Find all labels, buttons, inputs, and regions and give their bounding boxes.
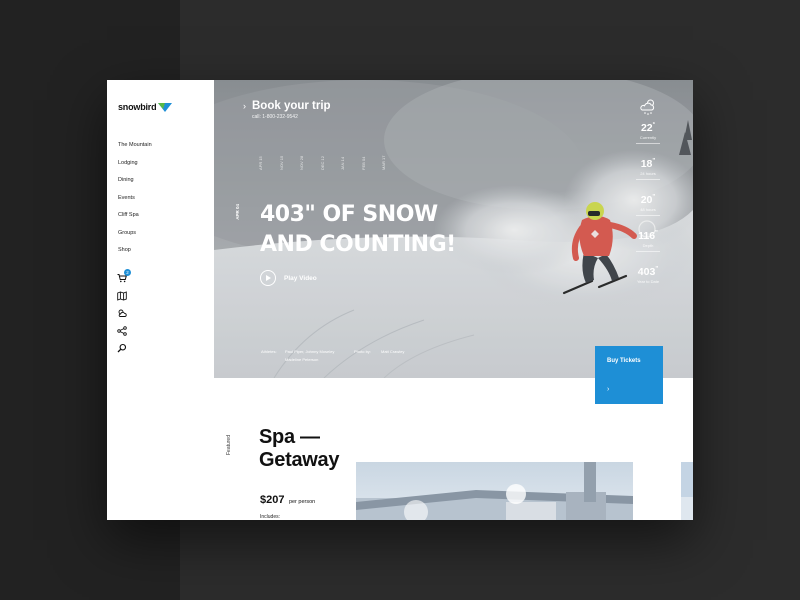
cart-badge: 2 — [124, 269, 131, 276]
photographer-name: Matt Crawley — [381, 349, 405, 354]
play-icon — [260, 270, 276, 286]
timeline-date[interactable]: MAR 17 — [381, 150, 386, 170]
chevron-right-icon: › — [607, 386, 610, 393]
snow-cloud-icon — [640, 99, 655, 115]
book-trip-title: Book your trip — [252, 100, 331, 112]
featured-title[interactable]: Spa — Getaway — [259, 426, 339, 472]
secondary-photo[interactable] — [681, 462, 693, 520]
nav-item-events[interactable]: Events — [118, 193, 152, 211]
brand-logo[interactable]: snowbird — [118, 102, 173, 112]
weather-label: Year to Date — [636, 279, 660, 284]
weather-unit: ° — [652, 122, 656, 129]
nav-item-cliff-spa[interactable]: Cliff Spa — [118, 210, 152, 228]
play-video-button[interactable]: Play Video — [260, 270, 317, 286]
book-trip[interactable]: › Book your trip call: 1-800-232-9542 — [243, 100, 331, 120]
weather-stat: 116" Depth — [628, 230, 668, 266]
weather-stat: 403" Year to Date — [628, 266, 668, 302]
divider — [636, 215, 660, 216]
buy-tickets-label: Buy Tickets — [607, 358, 641, 364]
price-value: $207 — [260, 494, 285, 506]
secondary-image — [681, 462, 693, 520]
photo-by-label: Photo by: — [354, 349, 371, 354]
nav-item-lodging[interactable]: Lodging — [118, 158, 152, 176]
nav-item-groups[interactable]: Groups — [118, 228, 152, 246]
snow-report: 22° Currently 18" 24 hours 20" 48 hours … — [628, 98, 668, 302]
divider — [636, 179, 660, 180]
brand-name: snowbird — [118, 102, 157, 112]
chevron-right-icon: › — [243, 101, 246, 111]
timeline-date[interactable]: JAN 14 — [340, 150, 345, 170]
nav-item-shop[interactable]: Shop — [118, 245, 152, 263]
price-unit: per person — [288, 499, 316, 505]
athletes-names-2: Madeline Peterson — [285, 357, 319, 362]
logo-mark-icon — [158, 102, 173, 112]
season-timeline: APR 15 NOV 15 NOV 28 DEC 12 JAN 14 FEB 0… — [258, 150, 386, 170]
timeline-date[interactable]: APR 15 — [258, 150, 263, 170]
athletes-label: Athletes: — [261, 349, 277, 354]
map-icon[interactable] — [117, 290, 129, 303]
weather-unit: " — [652, 194, 656, 201]
timeline-date[interactable]: NOV 28 — [299, 150, 304, 170]
share-icon[interactable] — [117, 325, 129, 338]
cart-icon[interactable]: 2 — [117, 269, 131, 285]
sidebar: snowbird The Mountain Lodging Dining Eve… — [107, 80, 214, 520]
headline-line-1: 403" OF SNOW — [260, 202, 438, 227]
featured-price: $207 per person — [260, 490, 315, 508]
weather-value: 403 — [637, 266, 656, 278]
current-date-tag: APR 04 — [235, 204, 240, 220]
athletes-names: Paul Piper, Johnny Moseley — [285, 349, 335, 354]
main-nav: The Mountain Lodging Dining Events Cliff… — [118, 140, 152, 263]
divider — [636, 251, 660, 252]
weather-stat: 20" 48 hours — [628, 194, 668, 230]
weather-stat: 18" 24 hours — [628, 158, 668, 194]
nav-item-the-mountain[interactable]: The Mountain — [118, 140, 152, 158]
weather-unit: " — [655, 230, 658, 237]
book-trip-phone[interactable]: call: 1-800-232-9542 — [252, 114, 331, 120]
play-video-label: Play Video — [284, 274, 317, 282]
weather-label: Currently — [639, 135, 657, 140]
weather-label: 48 hours — [640, 207, 656, 212]
weather-value: 18 — [640, 158, 653, 170]
spa-building-image — [356, 462, 633, 520]
timeline-date[interactable]: DEC 12 — [320, 150, 325, 170]
spa-photo[interactable] — [356, 462, 633, 520]
timeline-date[interactable]: NOV 15 — [279, 150, 284, 170]
weather-unit: " — [655, 266, 659, 273]
featured-title-line-1: Spa — — [259, 426, 320, 448]
weather-unit: " — [652, 158, 656, 165]
sidebar-icons: 2 — [117, 269, 131, 361]
buy-tickets-button[interactable]: Buy Tickets › — [595, 346, 663, 404]
divider — [636, 143, 660, 144]
weather-value: 116 — [638, 230, 656, 242]
weather-value: 22 — [640, 122, 653, 134]
timeline-date[interactable]: FEB 04 — [361, 150, 366, 170]
featured-title-line-2: Getaway — [259, 449, 340, 471]
weather-stat: 22° Currently — [628, 122, 668, 158]
featured-tag: Featured — [226, 435, 232, 456]
weather-icon[interactable] — [117, 308, 129, 320]
weather-value: 20 — [640, 194, 653, 206]
nav-item-dining[interactable]: Dining — [118, 175, 152, 193]
weather-label: Depth — [642, 243, 654, 248]
hero-banner: › Book your trip call: 1-800-232-9542 AP… — [214, 80, 693, 378]
hero-headline: 403" OF SNOW AND COUNTING! — [260, 200, 460, 260]
includes-label: Includes: — [260, 514, 281, 520]
headline-line-2: AND COUNTING! — [260, 232, 456, 257]
weather-label: 24 hours — [640, 171, 656, 176]
search-icon[interactable] — [117, 343, 129, 355]
website-frame: snowbird The Mountain Lodging Dining Eve… — [107, 80, 693, 520]
